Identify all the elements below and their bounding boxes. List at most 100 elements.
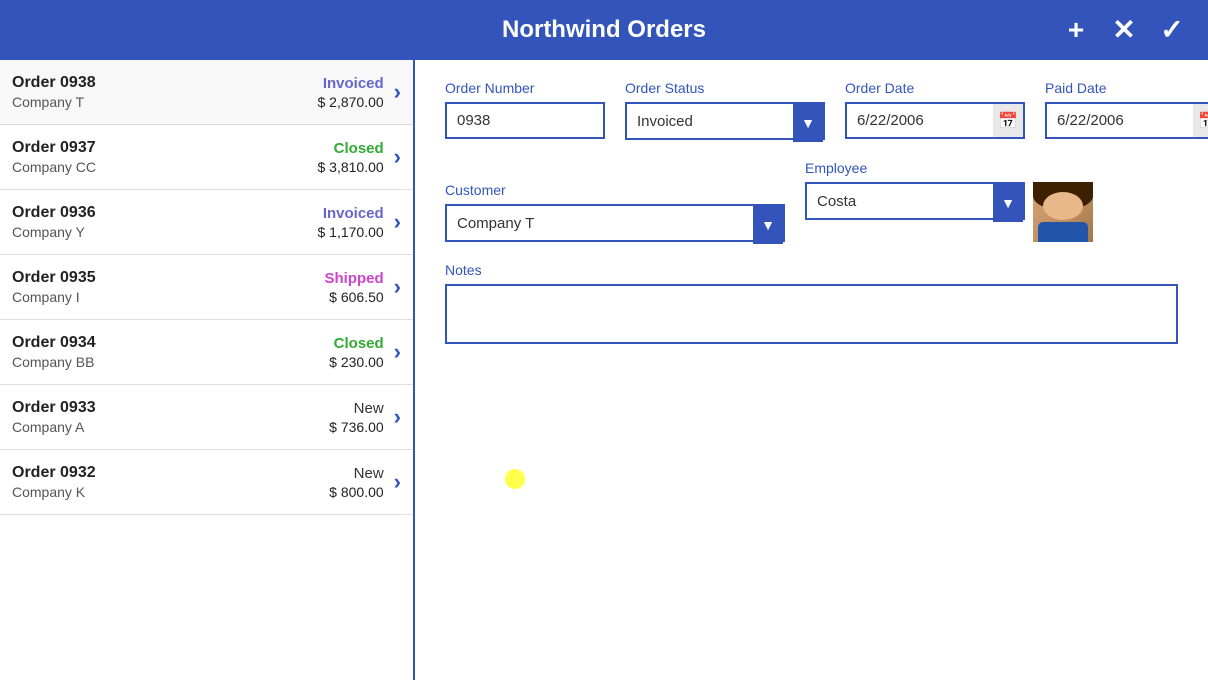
order-info: Order 0933 Company A	[12, 399, 329, 435]
order-item[interactable]: Order 0934 Company BB Closed $ 230.00 ›	[0, 320, 413, 385]
main-content: Order 0938 Company T Invoiced $ 2,870.00…	[0, 60, 1208, 680]
order-status: Invoiced	[318, 75, 384, 92]
order-status: New	[329, 400, 384, 417]
chevron-right-icon[interactable]: ›	[394, 209, 401, 235]
paid-date-input[interactable]	[1045, 102, 1208, 139]
order-right: Invoiced $ 1,170.00	[318, 205, 384, 240]
close-button[interactable]: ✕	[1104, 10, 1144, 50]
order-right: Invoiced $ 2,870.00	[318, 75, 384, 110]
order-amount: $ 230.00	[329, 354, 384, 370]
employee-label: Employee	[805, 160, 1093, 176]
order-right: Closed $ 230.00	[329, 335, 384, 370]
order-number-label: Order Number	[445, 80, 605, 96]
form-row-2: Customer Company T ▼ Employee Costa ▼	[445, 160, 1178, 242]
order-number: Order 0932	[12, 464, 329, 482]
order-info: Order 0935 Company I	[12, 269, 325, 305]
order-right: New $ 736.00	[329, 400, 384, 435]
order-company: Company T	[12, 94, 318, 110]
employee-group: Employee Costa ▼	[805, 160, 1093, 242]
order-item[interactable]: Order 0932 Company K New $ 800.00 ›	[0, 450, 413, 515]
employee-arrow[interactable]: ▼	[993, 184, 1023, 222]
customer-value: Company T	[457, 215, 773, 232]
order-right: Closed $ 3,810.00	[318, 140, 384, 175]
order-info: Order 0932 Company K	[12, 464, 329, 500]
order-item[interactable]: Order 0937 Company CC Closed $ 3,810.00 …	[0, 125, 413, 190]
paid-date-wrapper: 📅	[1045, 102, 1208, 139]
order-company: Company A	[12, 419, 329, 435]
order-right: New $ 800.00	[329, 465, 384, 500]
notes-group: Notes	[445, 262, 1178, 349]
paid-date-group: Paid Date 📅	[1045, 80, 1208, 140]
chevron-right-icon[interactable]: ›	[394, 339, 401, 365]
employee-value: Costa	[817, 193, 1013, 210]
order-info: Order 0936 Company Y	[12, 204, 318, 240]
customer-group: Customer Company T ▼	[445, 182, 785, 242]
chevron-right-icon[interactable]: ›	[394, 274, 401, 300]
detail-panel: Order Number Order Status Invoiced ▼ Ord…	[415, 60, 1208, 680]
order-amount: $ 800.00	[329, 484, 384, 500]
chevron-right-icon[interactable]: ›	[394, 79, 401, 105]
order-status: Invoiced	[318, 205, 384, 222]
customer-select[interactable]: Company T ▼	[445, 204, 785, 242]
order-number-group: Order Number	[445, 80, 605, 140]
order-status: Closed	[318, 140, 384, 157]
customer-arrow[interactable]: ▼	[753, 206, 783, 244]
chevron-right-icon[interactable]: ›	[394, 144, 401, 170]
customer-label: Customer	[445, 182, 785, 198]
order-date-wrapper: 📅	[845, 102, 1025, 139]
order-status-arrow[interactable]: ▼	[793, 104, 823, 142]
chevron-right-icon[interactable]: ›	[394, 404, 401, 430]
paid-date-label: Paid Date	[1045, 80, 1208, 96]
notes-input[interactable]	[445, 284, 1178, 344]
order-item[interactable]: Order 0938 Company T Invoiced $ 2,870.00…	[0, 60, 413, 125]
order-company: Company K	[12, 484, 329, 500]
form-row-1: Order Number Order Status Invoiced ▼ Ord…	[445, 80, 1178, 140]
order-status: Closed	[329, 335, 384, 352]
order-date-label: Order Date	[845, 80, 1025, 96]
header: Northwind Orders + ✕ ✓	[0, 0, 1208, 60]
chevron-right-icon[interactable]: ›	[394, 469, 401, 495]
orders-list[interactable]: Order 0938 Company T Invoiced $ 2,870.00…	[0, 60, 415, 680]
cursor-indicator	[505, 469, 525, 489]
app-title: Northwind Orders	[502, 16, 706, 44]
order-number: Order 0936	[12, 204, 318, 222]
order-company: Company I	[12, 289, 325, 305]
order-number: Order 0938	[12, 74, 318, 92]
order-amount: $ 1,170.00	[318, 224, 384, 240]
notes-label: Notes	[445, 262, 1178, 278]
order-number: Order 0937	[12, 139, 318, 157]
employee-select[interactable]: Costa ▼	[805, 182, 1025, 220]
order-status: Shipped	[325, 270, 384, 287]
order-company: Company CC	[12, 159, 318, 175]
order-amount: $ 606.50	[325, 289, 384, 305]
order-amount: $ 736.00	[329, 419, 384, 435]
order-number: Order 0935	[12, 269, 325, 287]
order-company: Company BB	[12, 354, 329, 370]
order-company: Company Y	[12, 224, 318, 240]
header-actions: + ✕ ✓	[1056, 10, 1192, 50]
order-info: Order 0937 Company CC	[12, 139, 318, 175]
order-number-input[interactable]	[445, 102, 605, 139]
order-item[interactable]: Order 0935 Company I Shipped $ 606.50 ›	[0, 255, 413, 320]
confirm-button[interactable]: ✓	[1152, 10, 1192, 50]
paid-date-calendar-icon[interactable]: 📅	[1193, 102, 1208, 139]
order-item[interactable]: Order 0933 Company A New $ 736.00 ›	[0, 385, 413, 450]
order-status-label: Order Status	[625, 80, 825, 96]
order-status-select[interactable]: Invoiced ▼	[625, 102, 825, 140]
add-button[interactable]: +	[1056, 10, 1096, 50]
order-date-calendar-icon[interactable]: 📅	[993, 102, 1025, 139]
order-date-group: Order Date 📅	[845, 80, 1025, 140]
order-amount: $ 2,870.00	[318, 94, 384, 110]
order-right: Shipped $ 606.50	[325, 270, 384, 305]
order-item[interactable]: Order 0936 Company Y Invoiced $ 1,170.00…	[0, 190, 413, 255]
order-info: Order 0938 Company T	[12, 74, 318, 110]
app-container: Northwind Orders + ✕ ✓ Order 0938 Compan…	[0, 0, 1208, 680]
order-amount: $ 3,810.00	[318, 159, 384, 175]
employee-photo	[1033, 182, 1093, 242]
order-status: New	[329, 465, 384, 482]
order-number: Order 0934	[12, 334, 329, 352]
order-status-value: Invoiced	[637, 113, 813, 130]
order-info: Order 0934 Company BB	[12, 334, 329, 370]
order-status-group: Order Status Invoiced ▼	[625, 80, 825, 140]
order-number: Order 0933	[12, 399, 329, 417]
